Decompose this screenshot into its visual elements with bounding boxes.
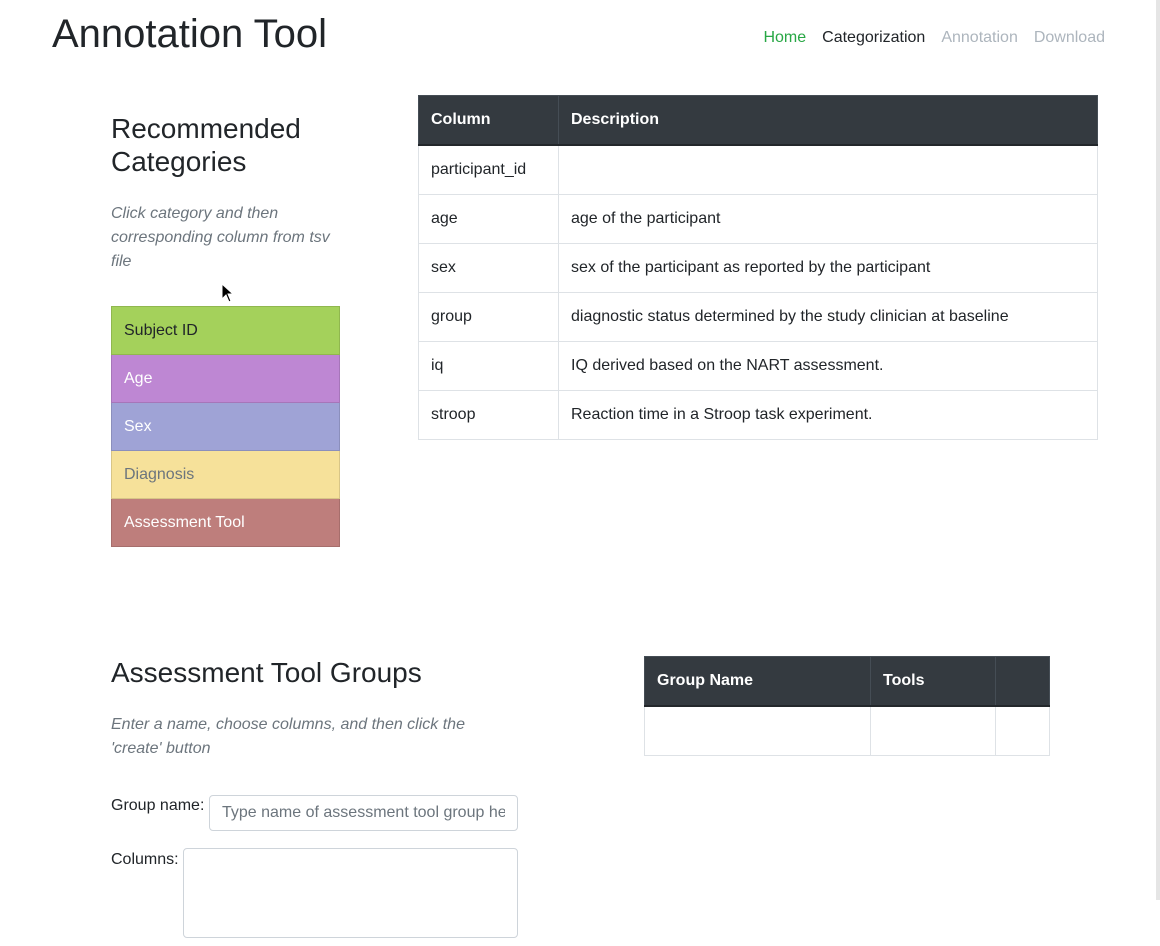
header-tools: Tools — [870, 656, 996, 707]
nav-download: Download — [1033, 29, 1105, 46]
column-name-cell[interactable]: participant_id — [418, 144, 559, 195]
column-name-cell[interactable]: age — [418, 194, 559, 244]
nav-annotation: Annotation — [941, 29, 1018, 46]
columns-table-header: Column Description — [418, 95, 1098, 146]
columns-label: Columns: — [111, 851, 179, 868]
nav-home[interactable]: Home — [763, 28, 806, 48]
group-name-cell — [644, 705, 871, 756]
groups-table-header: Group Name Tools — [644, 656, 1050, 707]
tools-cell — [870, 705, 996, 756]
category-assessment-tool[interactable]: Assessment Tool — [111, 499, 340, 547]
column-description-cell — [558, 144, 1098, 195]
table-row[interactable]: iq IQ derived based on the NART assessme… — [418, 341, 1098, 391]
actions-cell — [995, 705, 1050, 756]
assessment-groups-table: Group Name Tools — [644, 656, 1050, 756]
table-row — [644, 705, 1050, 756]
category-diagnosis[interactable]: Diagnosis — [111, 451, 340, 499]
category-age[interactable]: Age — [111, 355, 340, 403]
group-name-input[interactable] — [209, 795, 518, 831]
table-row[interactable]: stroop Reaction time in a Stroop task ex… — [418, 390, 1098, 440]
recommended-categories-instruction: Click category and then corresponding co… — [111, 205, 330, 270]
column-description-cell: sex of the participant as reported by th… — [558, 243, 1098, 293]
column-name-cell[interactable]: stroop — [418, 390, 559, 440]
column-description-cell: age of the participant — [558, 194, 1098, 244]
column-description-cell: IQ derived based on the NART assessment. — [558, 341, 1098, 391]
table-row[interactable]: sex sex of the participant as reported b… — [418, 243, 1098, 293]
column-name-cell[interactable]: group — [418, 292, 559, 342]
table-row[interactable]: participant_id — [418, 144, 1098, 195]
mouse-cursor-icon — [221, 283, 235, 303]
assessment-tool-groups-title: Assessment Tool Groups — [111, 657, 422, 688]
category-sex[interactable]: Sex — [111, 403, 340, 451]
category-subject-id[interactable]: Subject ID — [111, 306, 340, 355]
assessment-tool-groups-instruction: Enter a name, choose columns, and then c… — [111, 716, 465, 757]
column-name-cell[interactable]: sex — [418, 243, 559, 293]
nav-categorization[interactable]: Categorization — [822, 28, 925, 48]
header-actions — [995, 656, 1050, 707]
page-scrollbar[interactable] — [1156, 0, 1160, 900]
column-name-cell[interactable]: iq — [418, 341, 559, 391]
column-header-column: Column — [418, 95, 559, 146]
group-name-label: Group name: — [111, 797, 205, 814]
recommended-categories-title: Recommended Categories — [111, 113, 301, 177]
column-header-description: Description — [558, 95, 1098, 146]
header-group-name: Group Name — [644, 656, 871, 707]
column-description-cell: Reaction time in a Stroop task experimen… — [558, 390, 1098, 440]
table-row[interactable]: age age of the participant — [418, 194, 1098, 244]
category-list: Subject ID Age Sex Diagnosis Assessment … — [111, 306, 340, 547]
columns-select-box[interactable] — [183, 848, 518, 938]
columns-table: Column Description participant_id age ag… — [418, 95, 1098, 440]
column-description-cell: diagnostic status determined by the stud… — [558, 292, 1098, 342]
top-nav: Home Categorization Annotation Download — [763, 28, 1105, 48]
app-title: Annotation Tool — [52, 12, 328, 56]
table-row[interactable]: group diagnostic status determined by th… — [418, 292, 1098, 342]
